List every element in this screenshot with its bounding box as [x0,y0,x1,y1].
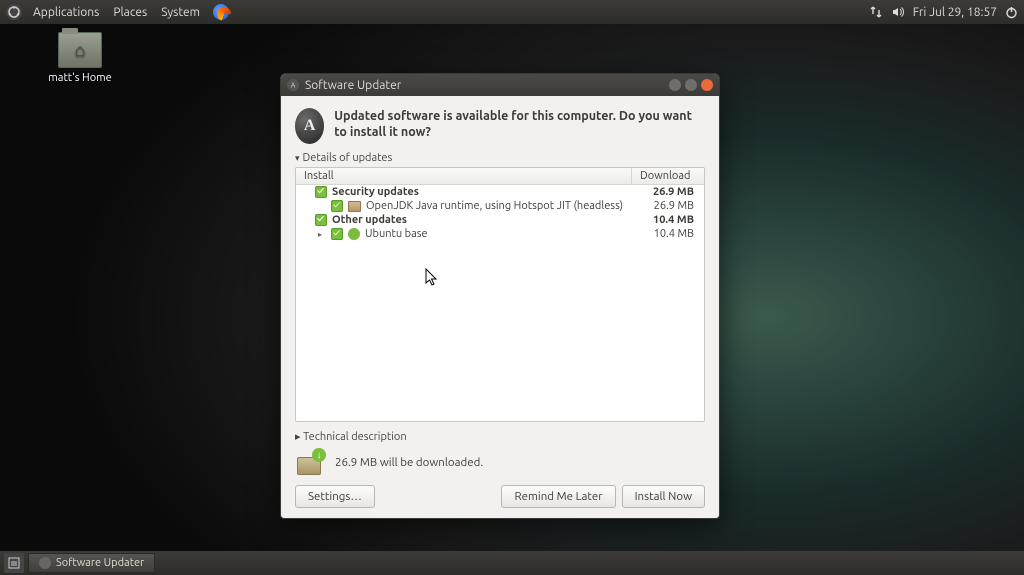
minimize-button[interactable] [669,79,681,91]
item-size: 10.4 MB [632,228,698,240]
folder-icon: ⌂ [58,32,102,68]
group-label: Security updates [332,186,419,198]
menu-system[interactable]: System [154,6,207,19]
download-summary-row: ↓ 26.9 MB will be downloaded. [295,449,705,475]
checkbox-icon[interactable] [315,186,327,198]
package-icon [348,201,361,212]
bottom-panel: Software Updater [0,551,1024,575]
clock[interactable]: Fri Jul 29, 18:57 [913,6,997,19]
power-icon[interactable] [1005,6,1018,19]
software-updater-window: A Software Updater A Updated software is… [280,73,720,519]
updates-list[interactable]: Install Download Security updates 26.9 M… [295,167,705,422]
volume-icon[interactable] [891,5,905,19]
item-ubuntu-base[interactable]: ▸ Ubuntu base 10.4 MB [296,227,704,241]
group-other[interactable]: Other updates 10.4 MB [296,213,704,227]
item-label: Ubuntu base [365,228,428,240]
app-icon: A [287,79,299,91]
task-software-updater[interactable]: Software Updater [28,553,155,573]
svg-text:A: A [291,82,296,90]
group-size: 10.4 MB [632,214,698,226]
item-openjdk[interactable]: OpenJDK Java runtime, using Hotspot JIT … [296,199,704,213]
download-icon: ↓ [295,449,325,475]
maximize-button[interactable] [685,79,697,91]
show-desktop-button[interactable] [4,553,24,573]
checkbox-icon[interactable] [331,200,343,212]
item-size: 26.9 MB [632,200,698,212]
checkbox-icon[interactable] [315,214,327,226]
technical-expander[interactable]: ▸ Technical description [295,430,705,443]
desktop-home-folder[interactable]: ⌂ matt's Home [40,32,120,84]
close-button[interactable] [701,79,713,91]
triangle-right-icon[interactable]: ▸ [318,230,326,239]
update-icon: A [295,108,324,144]
remind-later-button[interactable]: Remind Me Later [501,485,615,508]
menu-applications[interactable]: Applications [26,6,106,19]
triangle-down-icon: ▾ [295,153,300,164]
download-summary-text: 26.9 MB will be downloaded. [335,456,483,469]
details-expander[interactable]: ▾Details of updates [295,152,705,164]
list-header: Install Download [296,168,704,185]
group-label: Other updates [332,214,407,226]
menu-places[interactable]: Places [106,6,154,19]
window-title: Software Updater [305,79,401,92]
task-icon [39,557,51,569]
firefox-icon[interactable] [213,4,229,20]
top-panel: Applications Places System Fri Jul 29, 1… [0,0,1024,24]
group-security[interactable]: Security updates 26.9 MB [296,185,704,199]
ubuntu-icon [348,228,360,240]
col-download[interactable]: Download [632,168,704,184]
col-install[interactable]: Install [296,168,632,184]
task-label: Software Updater [56,557,144,569]
item-label: OpenJDK Java runtime, using Hotspot JIT … [366,200,623,212]
heading-text: Updated software is available for this c… [334,108,705,141]
desktop-icon-label: matt's Home [40,72,120,84]
install-now-button[interactable]: Install Now [622,485,705,508]
group-size: 26.9 MB [632,186,698,198]
settings-button[interactable]: Settings… [295,485,375,508]
triangle-right-icon: ▸ [295,431,301,443]
system-tray: Fri Jul 29, 18:57 [869,5,1018,19]
titlebar[interactable]: A Software Updater [281,74,719,96]
checkbox-icon[interactable] [331,228,343,240]
distro-logo-icon[interactable] [6,4,22,20]
network-icon[interactable] [869,5,883,19]
